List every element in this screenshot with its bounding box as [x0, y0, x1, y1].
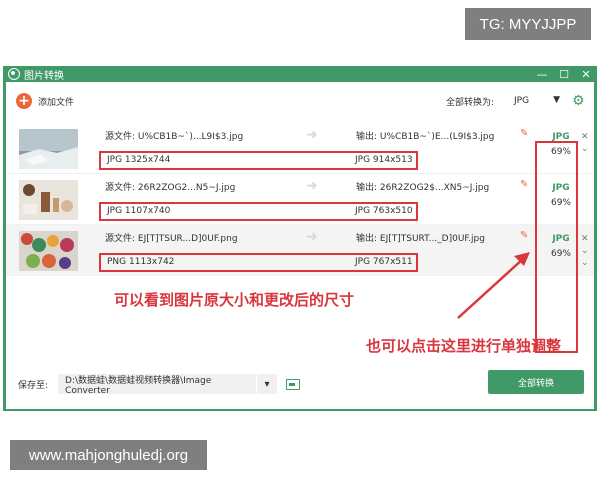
- add-file-button[interactable]: + 添加文件: [16, 93, 74, 109]
- thumbnail-2: [19, 180, 78, 220]
- source-filename: 源文件: 26R2ZOG2...N5~J.jpg: [105, 183, 236, 193]
- plus-icon: +: [16, 93, 32, 109]
- arrow-right-icon: ➜: [306, 127, 318, 143]
- source-size-info: JPG 1107x740: [107, 206, 171, 216]
- annotation-adjust-note: 也可以点击这里进行单独调整: [366, 337, 562, 355]
- window-controls: — ☐ ✕: [531, 68, 597, 81]
- window-title: 图片转换: [24, 70, 64, 82]
- footer: 保存至: D:\数据蛙\数据蛙视频转换器\Image Converter ▾ 全…: [6, 359, 594, 409]
- thumbnail-1: [19, 129, 78, 169]
- title-bar: 图片转换 — ☐ ✕: [3, 66, 597, 82]
- maximize-button[interactable]: ☐: [553, 68, 575, 81]
- arrow-right-icon: ➜: [306, 178, 318, 194]
- output-size-info: JPG 914x513: [355, 155, 413, 165]
- caret-down-icon: ▾: [264, 378, 270, 390]
- save-path-value: D:\数据蛙\数据蛙视频转换器\Image Converter: [65, 375, 212, 396]
- toolbar: + 添加文件 全部转换为: JPG ▼ ⚙: [6, 82, 594, 120]
- chevron-down-icon[interactable]: ⌄: [581, 143, 589, 155]
- row-controls: ✕ ⌄: [581, 131, 589, 155]
- edit-icon[interactable]: ✎: [520, 230, 528, 241]
- app-logo-icon: [8, 68, 20, 80]
- source-filename: 源文件: U%CB1B~`)...L9I$3.jpg: [105, 132, 244, 142]
- remove-icon[interactable]: ✕: [581, 131, 589, 143]
- source-filename: 源文件: EJ[T]TSUR...D]0UF.png: [105, 234, 238, 244]
- file-row: 源文件: U%CB1B~`)...L9I$3.jpg ➜ 输出: U%CB1B~…: [6, 123, 594, 174]
- close-button[interactable]: ✕: [575, 68, 597, 81]
- format-select[interactable]: JPG ▼: [502, 92, 564, 110]
- output-size-info: JPG 763x510: [355, 206, 413, 216]
- annotation-size-note: 可以看到图片原大小和更改后的尺寸: [114, 291, 355, 309]
- convert-all-button[interactable]: 全部转换: [488, 370, 584, 394]
- size-info-box: JPG 1107x740 JPG 763x510: [99, 202, 418, 221]
- convert-all-label: 全部转换为:: [445, 97, 494, 108]
- edit-icon[interactable]: ✎: [520, 128, 528, 139]
- path-dropdown-button[interactable]: ▾: [257, 374, 278, 394]
- watermark: www.mahjonghuledj.org: [10, 440, 207, 470]
- output-format: JPG: [552, 234, 570, 244]
- thumbnail-3: [19, 231, 78, 271]
- chevron-down-icon[interactable]: ⌄: [581, 245, 589, 257]
- output-filename: 输出: 26R2ZOG2$...XN5~J.jpg: [356, 183, 490, 193]
- output-filename: 输出: U%CB1B~`)E...(L9I$3.jpg: [356, 132, 495, 142]
- row-controls: ✕ ⌄ ⌄: [581, 233, 589, 269]
- file-row: 源文件: EJ[T]TSUR...D]0UF.png ➜ 输出: EJ[T]TS…: [6, 225, 594, 276]
- main-content: + 添加文件 全部转换为: JPG ▼ ⚙ 源文件: U%CB1B~`)...L…: [6, 82, 594, 409]
- edit-icon[interactable]: ✎: [520, 179, 528, 190]
- gear-icon[interactable]: ⚙: [572, 94, 586, 108]
- format-quality-setting[interactable]: JPG 69%: [546, 132, 576, 157]
- source-size-info: JPG 1325x744: [107, 155, 171, 165]
- remove-icon[interactable]: ✕: [581, 233, 589, 245]
- output-filename: 输出: EJ[T]TSURT..._D]0UF.jpg: [356, 234, 485, 244]
- folder-icon[interactable]: [286, 378, 301, 390]
- minimize-button[interactable]: —: [531, 68, 553, 81]
- format-quality-setting[interactable]: JPG 69%: [546, 234, 576, 259]
- arrow-right-icon: ➜: [306, 229, 318, 245]
- size-info-box: PNG 1113x742 JPG 767x511: [99, 253, 418, 272]
- output-format: JPG: [552, 132, 570, 142]
- caret-down-icon: ▼: [553, 95, 560, 105]
- save-to-label: 保存至:: [18, 380, 49, 391]
- chevron-down-icon[interactable]: ⌄: [581, 257, 589, 269]
- add-file-label: 添加文件: [38, 97, 75, 108]
- output-quality: 69%: [550, 198, 571, 208]
- file-row: 源文件: 26R2ZOG2...N5~J.jpg ➜ 输出: 26R2ZOG2$…: [6, 174, 594, 225]
- save-path-field[interactable]: D:\数据蛙\数据蛙视频转换器\Image Converter: [58, 374, 257, 396]
- output-format: JPG: [552, 183, 570, 193]
- size-info-box: JPG 1325x744 JPG 914x513: [99, 151, 418, 170]
- format-select-value: JPG: [514, 96, 530, 106]
- output-quality: 69%: [550, 147, 571, 157]
- format-quality-setting[interactable]: JPG 69%: [546, 183, 576, 208]
- app-window: 图片转换 — ☐ ✕ + 添加文件 全部转换为: JPG ▼ ⚙ 源文件: U%…: [3, 66, 597, 411]
- output-quality: 69%: [550, 249, 571, 259]
- source-size-info: PNG 1113x742: [107, 257, 175, 267]
- tg-badge: TG: MYYJJPP: [465, 8, 591, 40]
- output-size-info: JPG 767x511: [355, 257, 413, 267]
